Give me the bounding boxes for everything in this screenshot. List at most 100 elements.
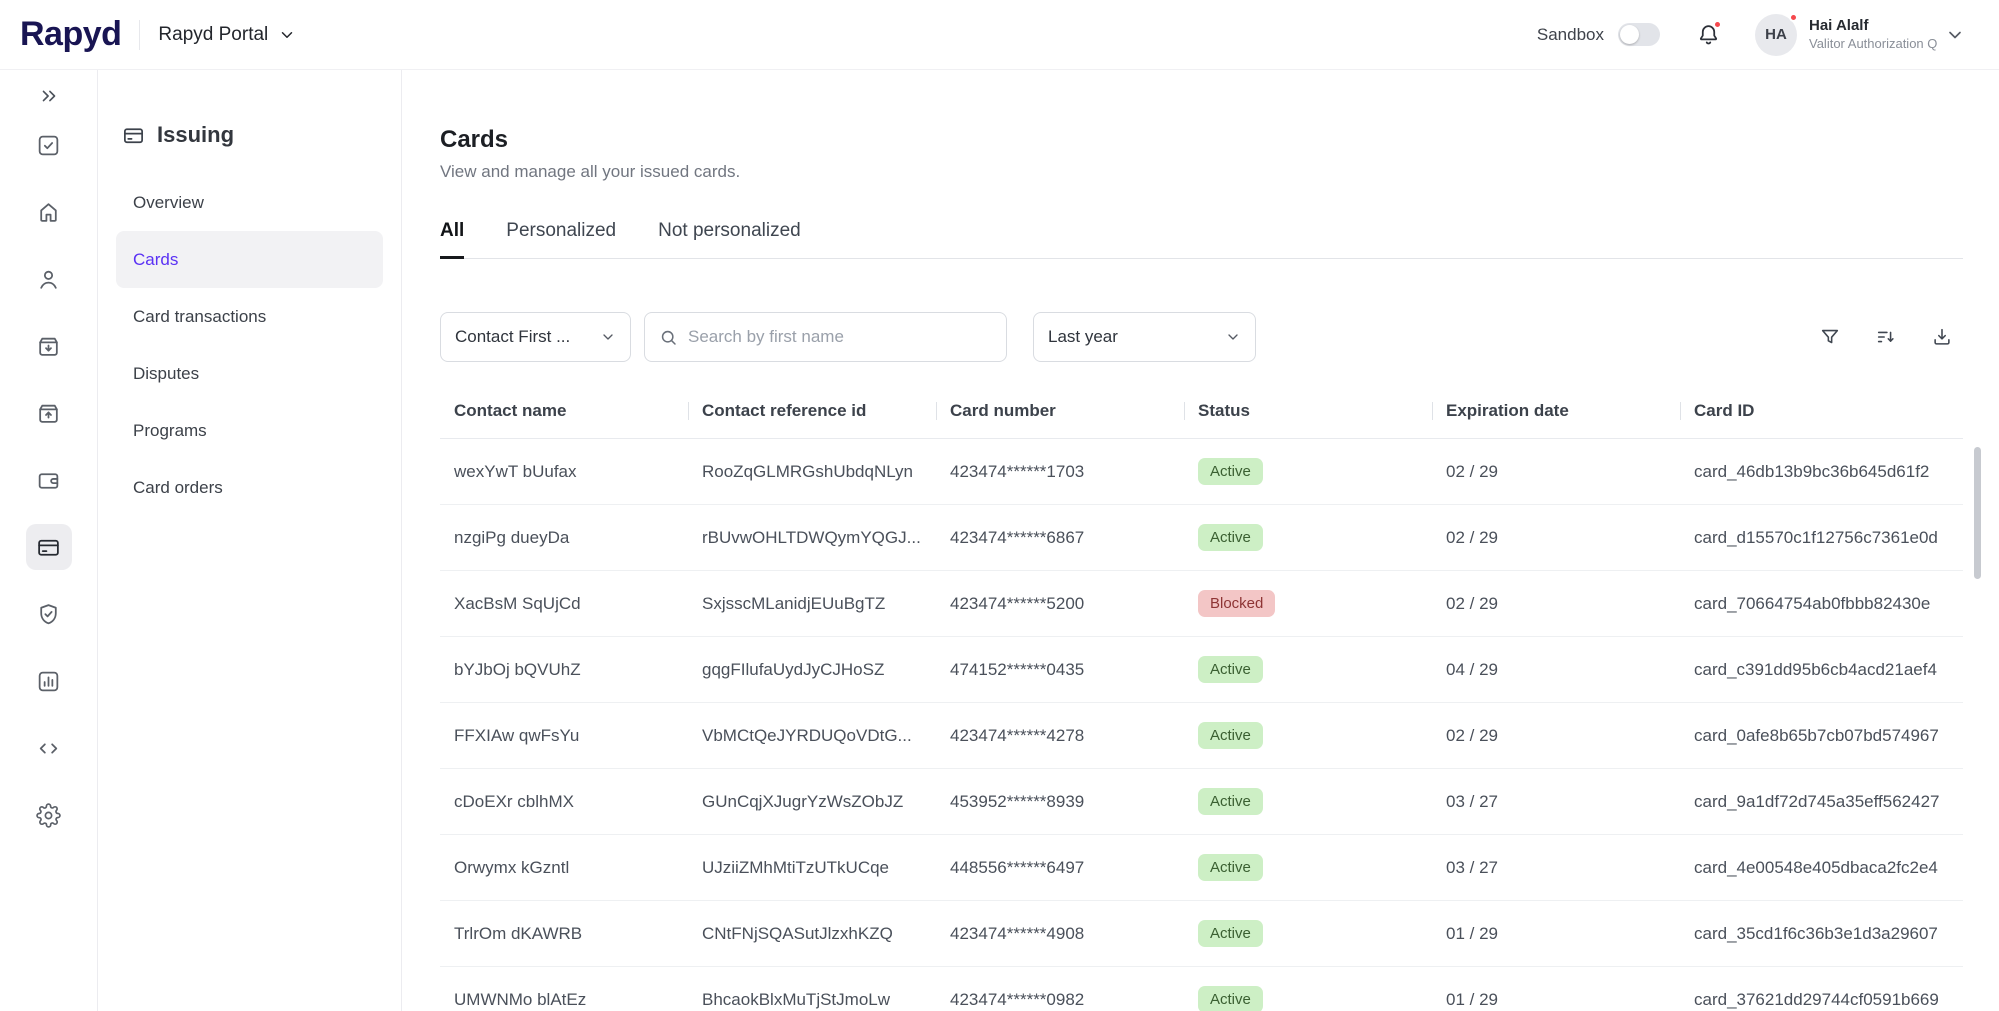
rail-item-collect[interactable] — [26, 323, 72, 369]
table-cell: 01 / 29 — [1432, 924, 1680, 944]
chevron-down-icon — [600, 329, 616, 345]
status-cell: Active — [1184, 458, 1432, 485]
tab-not-personalized[interactable]: Not personalized — [658, 220, 801, 258]
avatar-status-dot — [1789, 13, 1798, 22]
sidebar-item-disputes[interactable]: Disputes — [116, 345, 383, 402]
table-cell: 02 / 29 — [1432, 528, 1680, 548]
column-header: Contact name — [440, 401, 688, 421]
filter-button[interactable] — [1809, 316, 1851, 358]
gear-icon — [36, 803, 61, 828]
wallet-icon — [36, 468, 61, 493]
search-field-value: Contact First ... — [455, 327, 570, 347]
column-header: Expiration date — [1432, 401, 1680, 421]
cards-table: Contact name Contact reference id Card n… — [440, 383, 1963, 1011]
sidebar-menu: Overview Cards Card transactions Dispute… — [116, 174, 383, 516]
portal-switcher[interactable]: Rapyd Portal — [158, 24, 296, 46]
table-cell: XacBsM SqUjCd — [440, 594, 688, 614]
table-cell: 03 / 27 — [1432, 858, 1680, 878]
table-row[interactable]: wexYwT bUufaxRooZqGLMRGshUbdqNLyn423474*… — [440, 439, 1963, 505]
table-cell: card_37621dd29744cf0591b669 — [1680, 990, 1963, 1010]
tab-all[interactable]: All — [440, 220, 464, 258]
table-cell: UJziiZMhMtiTzUTkUCqe — [688, 858, 936, 878]
sidebar-item-overview[interactable]: Overview — [116, 174, 383, 231]
rail-item-settings[interactable] — [26, 792, 72, 838]
tab-personalized[interactable]: Personalized — [506, 220, 616, 258]
table-toolbar: Contact First ... Last year — [440, 312, 1963, 362]
sidebar-item-programs[interactable]: Programs — [116, 402, 383, 459]
sort-button[interactable] — [1865, 316, 1907, 358]
table-cell: 02 / 29 — [1432, 594, 1680, 614]
search-input[interactable] — [688, 327, 992, 347]
table-row[interactable]: bYJbOj bQVUhZgqgFIlufaUydJyCJHoSZ474152*… — [440, 637, 1963, 703]
table-cell: 423474******6867 — [936, 528, 1184, 548]
download-button[interactable] — [1921, 316, 1963, 358]
table-cell: card_35cd1f6c36b3e1d3a29607 — [1680, 924, 1963, 944]
table-row[interactable]: Orwymx kGzntlUJziiZMhMtiTzUTkUCqe448556*… — [440, 835, 1963, 901]
rail-item-wallet[interactable] — [26, 457, 72, 503]
search-field-select[interactable]: Contact First ... — [440, 312, 631, 362]
table-cell: BhcaokBlxMuTjStJmoLw — [688, 990, 936, 1010]
table-cell: 02 / 29 — [1432, 726, 1680, 746]
sidebar-item-card-transactions[interactable]: Card transactions — [116, 288, 383, 345]
issuing-card-icon — [36, 535, 61, 560]
sandbox-toggle[interactable] — [1618, 23, 1660, 46]
status-cell: Active — [1184, 854, 1432, 881]
rail-item-developers[interactable] — [26, 725, 72, 771]
table-scrollbar[interactable] — [1974, 447, 1981, 579]
sidebar-item-cards[interactable]: Cards — [116, 231, 383, 288]
notifications-button[interactable] — [1696, 22, 1721, 47]
user-menu-chevron-icon[interactable] — [1945, 25, 1965, 45]
search-box — [644, 312, 1007, 362]
table-cell: 474152******0435 — [936, 660, 1184, 680]
table-cell: card_9a1df72d745a35eff562427 — [1680, 792, 1963, 812]
table-cell: 02 / 29 — [1432, 462, 1680, 482]
user-avatar[interactable]: HA — [1755, 14, 1797, 56]
rail-item-disburse[interactable] — [26, 390, 72, 436]
date-range-value: Last year — [1048, 327, 1118, 347]
table-cell: card_70664754ab0fbbb82430e — [1680, 594, 1963, 614]
table-cell: 03 / 27 — [1432, 792, 1680, 812]
table-row[interactable]: UMWNMo blAtEzBhcaokBlxMuTjStJmoLw423474*… — [440, 967, 1963, 1011]
table-cell: card_d15570c1f12756c7361e0d — [1680, 528, 1963, 548]
rail-item-verify[interactable] — [26, 591, 72, 637]
code-icon — [36, 736, 61, 761]
sidebar-title-label: Issuing — [157, 122, 234, 148]
status-badge: Active — [1198, 854, 1263, 881]
table-cell: GUnCqjXJugrYzWsZObJZ — [688, 792, 936, 812]
status-badge: Blocked — [1198, 590, 1275, 617]
rail-item-issuing[interactable] — [26, 524, 72, 570]
table-cell: 423474******5200 — [936, 594, 1184, 614]
rail-item-reports[interactable] — [26, 658, 72, 704]
sidebar-item-card-orders[interactable]: Card orders — [116, 459, 383, 516]
chevrons-right-icon — [38, 85, 60, 107]
status-cell: Active — [1184, 788, 1432, 815]
table-cell: gqgFIlufaUydJyCJHoSZ — [688, 660, 936, 680]
bar-chart-icon — [36, 669, 61, 694]
table-cell: card_4e00548e405dbaca2fc2e4 — [1680, 858, 1963, 878]
table-cell: rBUvwOHLTDWQymYQGJ... — [688, 528, 936, 548]
expand-sidebar-button[interactable] — [29, 78, 69, 114]
table-row[interactable]: nzgiPg dueyDarBUvwOHLTDWQymYQGJ...423474… — [440, 505, 1963, 571]
table-row[interactable]: FFXIAw qwFsYuVbMCtQeJYRDUQoVDtG...423474… — [440, 703, 1963, 769]
status-badge: Active — [1198, 656, 1263, 683]
rail-item-customers[interactable] — [26, 256, 72, 302]
rail-item-home[interactable] — [26, 189, 72, 235]
table-row[interactable]: cDoEXr cblhMXGUnCqjXJugrYzWsZObJZ453952*… — [440, 769, 1963, 835]
rail-item-get-started[interactable] — [26, 122, 72, 168]
status-badge: Active — [1198, 920, 1263, 947]
date-range-select[interactable]: Last year — [1033, 312, 1256, 362]
table-cell: wexYwT bUufax — [440, 462, 688, 482]
checklist-icon — [36, 133, 61, 158]
status-badge: Active — [1198, 458, 1263, 485]
home-icon — [36, 200, 61, 225]
table-row[interactable]: XacBsM SqUjCdSxjsscMLanidjEUuBgTZ423474*… — [440, 571, 1963, 637]
collect-icon — [36, 334, 61, 359]
table-row[interactable]: TrlrOm dKAWRBCNtFNjSQASutJlzxhKZQ423474*… — [440, 901, 1963, 967]
status-badge: Active — [1198, 788, 1263, 815]
status-cell: Active — [1184, 986, 1432, 1011]
table-cell: 423474******0982 — [936, 990, 1184, 1010]
table-cell: 01 / 29 — [1432, 990, 1680, 1010]
status-badge: Active — [1198, 524, 1263, 551]
table-cell: 423474******1703 — [936, 462, 1184, 482]
table-cell: bYJbOj bQVUhZ — [440, 660, 688, 680]
